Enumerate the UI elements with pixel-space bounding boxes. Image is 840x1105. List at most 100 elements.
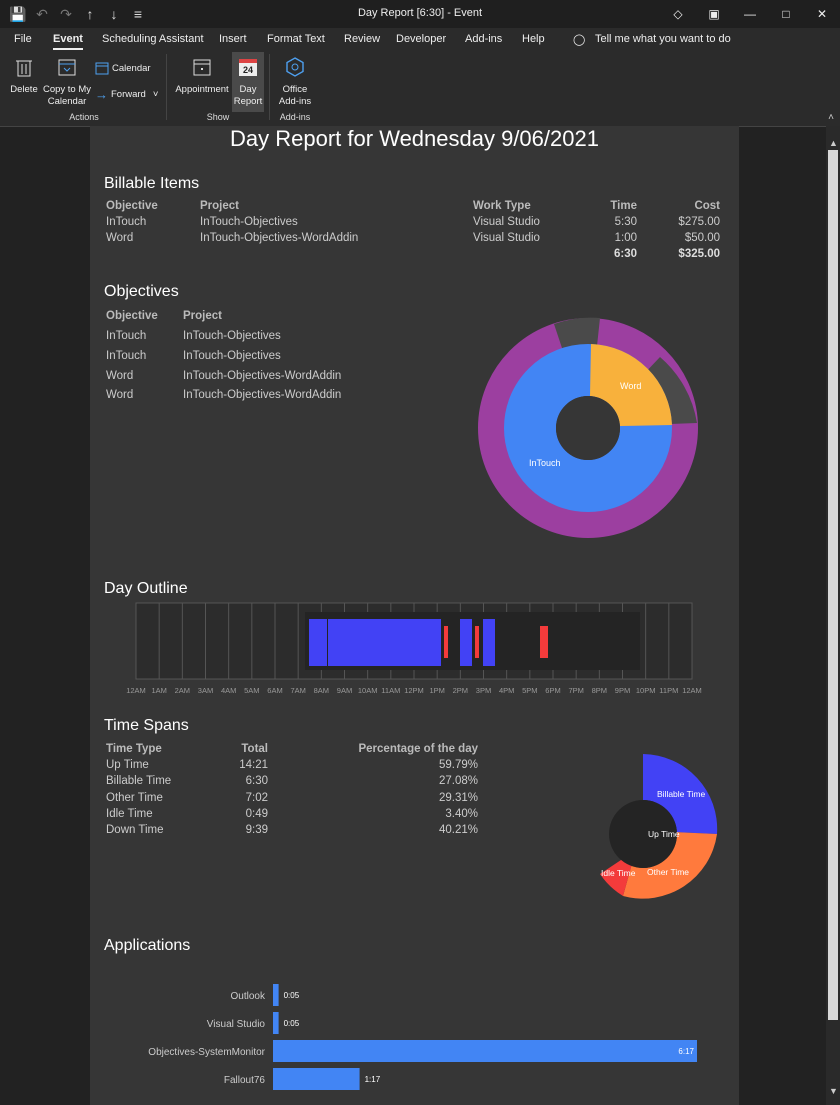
col-objective: Objective — [106, 310, 158, 322]
hour-label: 9PM — [615, 686, 630, 695]
idle-time-label: Idle Time — [601, 868, 636, 878]
up-time-label: Up Time — [648, 829, 680, 839]
collapse-ribbon-icon[interactable]: ˄ — [828, 112, 834, 123]
time-spans-chart: Billable Time Up Time Other Time Idle Ti… — [600, 754, 718, 899]
office-add-ins-button[interactable]: Office Add-ins — [273, 56, 317, 108]
window-controls: ◇ ▣ — □ ✕ — [660, 0, 840, 28]
bar-category-label: Visual Studio — [207, 1019, 266, 1030]
calendar-icon — [95, 62, 109, 75]
table-cell: Visual Studio — [473, 232, 540, 244]
maximize-button[interactable]: □ — [768, 0, 804, 28]
time-spans-heading: Time Spans — [104, 717, 189, 734]
tab-insert[interactable]: Insert — [219, 33, 247, 45]
hexagon-icon — [286, 57, 304, 77]
hour-label: 6PM — [545, 686, 560, 695]
table-cell: 3.40% — [445, 807, 478, 820]
activity-bar — [460, 619, 472, 666]
table-cell: $275.00 — [678, 216, 720, 228]
trash-icon — [16, 60, 32, 77]
hour-label: 10PM — [636, 686, 656, 695]
minimize-button[interactable]: — — [732, 0, 768, 28]
table-cell: InTouch — [106, 330, 147, 342]
ribbon-separator — [166, 54, 167, 120]
table-cell: Other Time — [106, 791, 163, 804]
activity-bar — [328, 619, 441, 666]
scroll-thumb[interactable] — [828, 150, 838, 1020]
table-cell: 7:02 — [245, 791, 268, 804]
hour-label: 2PM — [453, 686, 468, 695]
hour-label: 6AM — [267, 686, 282, 695]
scroll-up-icon[interactable]: ▲ — [829, 138, 838, 148]
tell-me-search[interactable]: Tell me what you want to do — [595, 33, 731, 45]
total-cost: $325.00 — [678, 248, 720, 260]
copy-to-calendar-button[interactable]: Copy to My Calendar — [40, 56, 94, 108]
ribbon-display-icon[interactable]: ▣ — [696, 0, 732, 28]
tab-file[interactable]: File — [14, 33, 32, 45]
col-total: Total — [241, 743, 268, 755]
calendar-button[interactable]: Calendar — [95, 62, 151, 75]
tab-developer[interactable]: Developer — [396, 33, 446, 45]
calendar-copy-icon — [58, 59, 76, 76]
tab-format-text[interactable]: Format Text — [267, 33, 325, 45]
day-outline-heading: Day Outline — [104, 580, 188, 597]
app-bar — [273, 1068, 360, 1090]
hour-label: 7AM — [290, 686, 305, 695]
table-cell: 27.08% — [438, 775, 478, 788]
delete-button[interactable]: Delete — [8, 56, 40, 96]
col-work-type: Work Type — [473, 200, 531, 212]
table-cell: Word — [106, 370, 134, 382]
hour-label: 11AM — [381, 686, 400, 695]
total-time: 6:30 — [613, 248, 637, 260]
app-bar — [273, 1040, 697, 1062]
bar-value-label: 0:05 — [284, 991, 300, 1000]
table-cell: 5:30 — [614, 216, 637, 228]
hour-label: 3PM — [476, 686, 491, 695]
hour-label: 4PM — [499, 686, 514, 695]
table-cell: 59.79% — [438, 759, 478, 771]
lightbulb-icon: ◯ — [573, 34, 586, 46]
table-cell: Visual Studio — [473, 216, 540, 228]
app-bar — [273, 984, 279, 1006]
table-cell: Up Time — [106, 759, 149, 771]
day-report-button[interactable]: 24 Day Report — [232, 52, 264, 112]
diamond-icon[interactable]: ◇ — [660, 0, 696, 28]
word-label: Word — [620, 381, 641, 391]
table-cell: Billable Time — [106, 775, 172, 788]
tab-add-ins[interactable]: Add-ins — [465, 33, 502, 45]
hour-label: 12PM — [404, 686, 424, 695]
table-cell: InTouch-Objectives — [183, 350, 281, 362]
table-cell: 6:30 — [245, 775, 268, 788]
ribbon: Delete Copy to My Calendar Calendar → Fo… — [0, 50, 840, 127]
scroll-down-icon[interactable]: ▼ — [829, 1086, 838, 1096]
col-time: Time — [610, 200, 637, 212]
close-button[interactable]: ✕ — [804, 0, 840, 28]
hour-labels: 12AM 1AM 2AM 3AM 4AM 5AM 6AM 7AM 8AM 9AM 10AM 11AM 1… — [126, 686, 702, 695]
hour-label: 4AM — [221, 686, 236, 695]
ribbon-tabs: File Event Scheduling Assistant Insert F… — [0, 28, 840, 50]
hour-label: 2AM — [175, 686, 190, 695]
table-cell: InTouch-Objectives — [183, 330, 281, 342]
tab-event[interactable]: Event — [53, 33, 83, 50]
forward-button[interactable]: → Forward ˅ — [95, 87, 158, 102]
forward-arrow-icon: → — [95, 87, 108, 102]
intouch-label: InTouch — [529, 458, 561, 468]
tab-review[interactable]: Review — [344, 33, 380, 45]
hour-label: 1AM — [151, 686, 166, 695]
hour-label: 11PM — [659, 686, 678, 695]
appointment-button[interactable]: Appointment — [172, 56, 232, 96]
hour-label: 1PM — [429, 686, 444, 695]
col-project: Project — [200, 200, 239, 212]
tab-help[interactable]: Help — [522, 33, 545, 45]
hour-label: 8AM — [314, 686, 329, 695]
donut-hole — [556, 396, 620, 460]
vertical-scrollbar[interactable]: ▲ ▼ — [826, 126, 840, 1105]
table-cell: InTouch-Objectives-WordAddin — [183, 389, 342, 401]
activity-bar — [309, 619, 327, 666]
table-cell: 40.21% — [438, 824, 478, 837]
table-cell: Word — [106, 389, 134, 401]
tab-scheduling-assistant[interactable]: Scheduling Assistant — [102, 33, 204, 45]
applications-heading: Applications — [104, 937, 191, 954]
hour-label: 5AM — [244, 686, 259, 695]
add-ins-group-label: Add-ins — [279, 112, 311, 122]
app-bar — [273, 1012, 279, 1034]
